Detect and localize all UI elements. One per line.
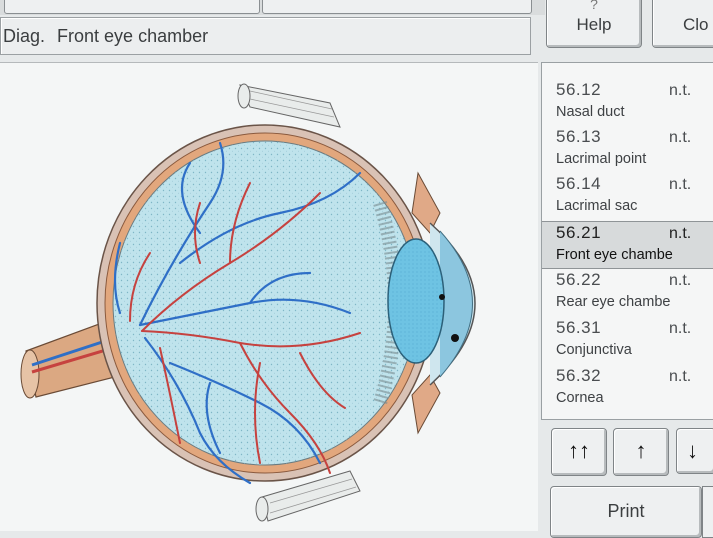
- double-up-arrow-icon: ↑↑: [568, 438, 590, 463]
- list-item-status: n.t.: [669, 176, 692, 193]
- scroll-first-button[interactable]: ↑↑: [551, 428, 607, 476]
- diagnosis-field: Diag. Front eye chamber: [0, 17, 531, 55]
- list-item-status: n.t.: [669, 368, 692, 385]
- list-item-status: n.t.: [669, 272, 692, 289]
- list-item-name: Conjunctiva: [556, 342, 632, 358]
- list-item-name: Cornea: [556, 390, 604, 406]
- close-button-label: Clo: [683, 15, 709, 34]
- question-mark-icon: ?: [590, 0, 598, 12]
- front-eye-chamber: [439, 230, 473, 378]
- iris-marker: [451, 334, 459, 342]
- scroll-down-button[interactable]: ↓: [676, 428, 713, 474]
- list-item-code: 56.13: [556, 127, 602, 146]
- list-item[interactable]: 56.22 n.t. Rear eye chambe: [542, 269, 713, 315]
- eye-cross-section-illustration: [20, 83, 476, 522]
- vitreous-texture: [113, 141, 417, 465]
- upper-eye-muscle: [237, 83, 341, 128]
- list-item-name: Rear eye chambe: [556, 294, 671, 310]
- list-item[interactable]: 56.31 n.t. Conjunctiva: [542, 317, 713, 363]
- list-item-name: Nasal duct: [556, 104, 625, 120]
- list-item-selected[interactable]: 56.21 n.t. Front eye chambe: [542, 221, 713, 269]
- list-item-name: Front eye chambe: [556, 247, 673, 263]
- list-item-code: 56.32: [556, 366, 602, 385]
- list-item-code: 56.22: [556, 270, 602, 289]
- diagnosis-label: Diag.: [3, 26, 46, 46]
- pupil-marker: [439, 294, 445, 300]
- list-item-status: n.t.: [669, 320, 692, 337]
- list-item-code: 56.31: [556, 318, 602, 337]
- help-button[interactable]: ? Help: [546, 0, 642, 48]
- diagnosis-list[interactable]: 56.12 n.t. Nasal duct 56.13 n.t. Lacrima…: [541, 62, 713, 420]
- list-item[interactable]: 56.12 n.t. Nasal duct: [542, 79, 713, 125]
- list-item-code: 56.12: [556, 80, 602, 99]
- list-item-name: Lacrimal sac: [556, 198, 638, 214]
- list-item-code: 56.14: [556, 174, 602, 193]
- next-button-edge[interactable]: [702, 486, 713, 538]
- tab-previous[interactable]: [4, 0, 260, 14]
- anatomy-image-panel: [0, 62, 538, 531]
- up-arrow-icon: ↑: [635, 438, 647, 463]
- help-button-label: Help: [576, 15, 612, 34]
- list-item-code: 56.21: [556, 223, 602, 242]
- list-item-status: n.t.: [669, 129, 692, 146]
- lens-texture: [388, 239, 444, 363]
- diagnosis-value: Front eye chamber: [57, 26, 209, 46]
- list-item-name: Lacrimal point: [556, 151, 647, 167]
- tab-next[interactable]: [262, 0, 532, 14]
- diagnosis-text: Diag. Front eye chamber: [3, 26, 208, 47]
- down-arrow-icon: ↓: [687, 438, 698, 463]
- close-button[interactable]: Clo: [652, 0, 713, 48]
- print-button[interactable]: Print: [550, 486, 702, 538]
- list-item-status: n.t.: [669, 225, 692, 242]
- list-item[interactable]: 56.14 n.t. Lacrimal sac: [542, 173, 713, 219]
- print-button-label: Print: [607, 501, 645, 521]
- scroll-up-button[interactable]: ↑: [613, 428, 669, 476]
- list-item[interactable]: 56.13 n.t. Lacrimal point: [542, 126, 713, 172]
- list-item-status: n.t.: [669, 82, 692, 99]
- list-item[interactable]: 56.32 n.t. Cornea: [542, 365, 713, 411]
